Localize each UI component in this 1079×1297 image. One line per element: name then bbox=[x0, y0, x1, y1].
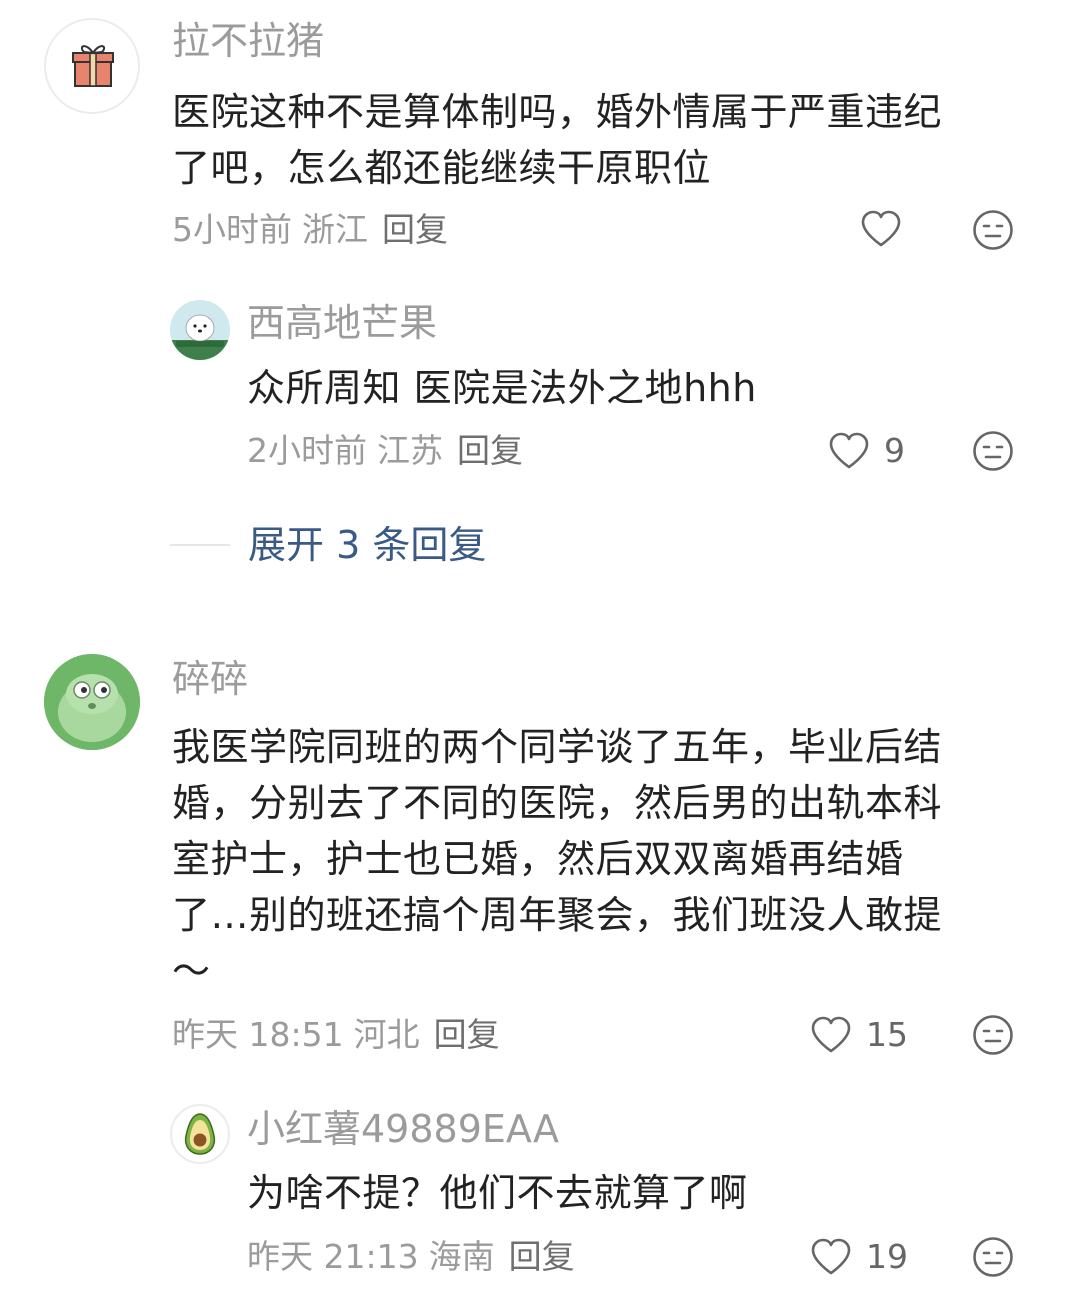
meh-face-icon bbox=[973, 210, 1013, 250]
like-count: 9 bbox=[884, 431, 905, 470]
comment-body-line: 婚，分别去了不同的医院，然后男的出轨本科 bbox=[172, 781, 943, 825]
like-button[interactable]: 19 bbox=[810, 1237, 908, 1277]
dislike-button[interactable] bbox=[972, 1014, 1014, 1060]
comment-time: 2小时前 bbox=[247, 431, 367, 470]
comment-meta: 5小时前 浙江 回复 bbox=[172, 210, 448, 250]
green-creature-icon bbox=[44, 654, 140, 750]
comment-body: 医院这种不是算体制吗，婚外情属于严重违纪 了吧，怎么都还能继续干原职位 bbox=[172, 84, 942, 196]
expand-replies-button[interactable]: 展开 3 条回复 bbox=[170, 520, 486, 570]
comment-body-line: ～ bbox=[172, 949, 211, 993]
comment-meta: 2小时前 江苏 回复 bbox=[247, 431, 523, 471]
comment-body-line: 众所周知 医院是法外之地hhh bbox=[247, 366, 757, 410]
heart-icon bbox=[829, 432, 869, 469]
meh-face-icon bbox=[973, 1237, 1013, 1277]
comment-username[interactable]: 碎碎 bbox=[172, 656, 248, 702]
dog-icon bbox=[170, 300, 230, 360]
comment-time: 昨天 21:13 bbox=[247, 1237, 419, 1276]
reply-button[interactable]: 回复 bbox=[434, 1015, 500, 1054]
comment-username[interactable]: 西高地芒果 bbox=[247, 300, 437, 346]
dislike-button[interactable] bbox=[972, 430, 1014, 476]
comment-username[interactable]: 小红薯49889EAA bbox=[247, 1106, 559, 1152]
comment-body-line: 为啥不提？他们不去就算了啊 bbox=[247, 1171, 748, 1215]
comment-time: 5小时前 bbox=[172, 210, 292, 249]
comment-username[interactable]: 拉不拉猪 bbox=[172, 18, 324, 64]
comment-body: 众所周知 医院是法外之地hhh bbox=[247, 360, 757, 416]
comment-location: 海南 bbox=[428, 1237, 495, 1276]
meh-face-icon bbox=[973, 1015, 1013, 1055]
comment-time: 昨天 18:51 bbox=[172, 1015, 344, 1054]
like-button[interactable] bbox=[860, 210, 902, 248]
comment-location: 浙江 bbox=[302, 210, 368, 249]
comment-body-line: 了…别的班还搞个周年聚会，我们班没人敢提 bbox=[172, 893, 943, 937]
like-button[interactable]: 15 bbox=[810, 1015, 908, 1055]
gift-icon bbox=[72, 45, 114, 87]
expand-replies-label: 展开 3 条回复 bbox=[248, 523, 487, 567]
heart-icon bbox=[811, 1238, 851, 1275]
comment-body-line: 室护士，护士也已婚，然后双双离婚再结婚 bbox=[172, 837, 904, 881]
comment-body-line: 我医学院同班的两个同学谈了五年，毕业后结 bbox=[172, 725, 943, 769]
like-button[interactable]: 9 bbox=[828, 431, 905, 471]
like-count: 19 bbox=[866, 1237, 908, 1276]
dislike-button[interactable] bbox=[972, 209, 1014, 255]
comment-location: 河北 bbox=[353, 1015, 420, 1054]
avatar[interactable] bbox=[44, 18, 140, 114]
comment-body: 我医学院同班的两个同学谈了五年，毕业后结 婚，分别去了不同的医院，然后男的出轨本… bbox=[172, 719, 942, 999]
comment-location: 江苏 bbox=[377, 431, 443, 470]
comment-body: 为啥不提？他们不去就算了啊 bbox=[247, 1165, 748, 1221]
comment-list: 拉不拉猪 医院这种不是算体制吗，婚外情属于严重违纪 了吧，怎么都还能继续干原职位… bbox=[0, 0, 1079, 1297]
avatar[interactable] bbox=[44, 654, 140, 750]
dislike-button[interactable] bbox=[972, 1236, 1014, 1282]
comment-body-line: 医院这种不是算体制吗，婚外情属于严重违纪 bbox=[172, 90, 943, 134]
avatar[interactable] bbox=[170, 300, 230, 360]
avatar[interactable] bbox=[170, 1104, 230, 1164]
comment-meta: 昨天 18:51 河北 回复 bbox=[172, 1015, 500, 1055]
meh-face-icon bbox=[973, 431, 1013, 471]
heart-icon bbox=[811, 1016, 851, 1053]
comment-body-line: 了吧，怎么都还能继续干原职位 bbox=[172, 146, 712, 190]
comment-meta: 昨天 21:13 海南 回复 bbox=[247, 1237, 575, 1277]
reply-button[interactable]: 回复 bbox=[457, 431, 523, 470]
reply-button[interactable]: 回复 bbox=[509, 1237, 575, 1276]
heart-icon bbox=[861, 210, 901, 247]
like-count: 15 bbox=[866, 1015, 908, 1054]
expand-divider bbox=[170, 544, 230, 546]
reply-button[interactable]: 回复 bbox=[382, 210, 448, 249]
avocado-icon bbox=[184, 1113, 216, 1155]
